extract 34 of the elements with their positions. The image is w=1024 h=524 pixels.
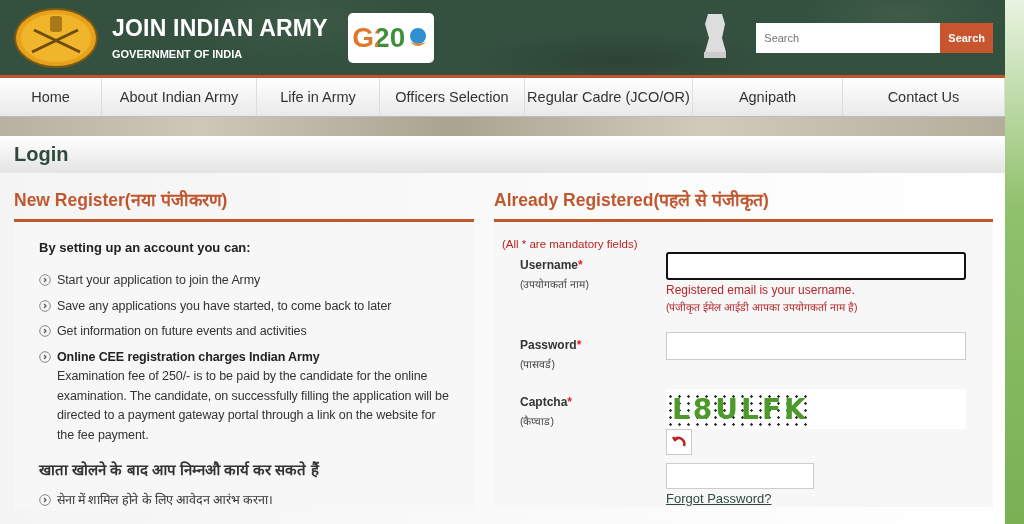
password-hindi-label: (पासवर्ड): [520, 357, 556, 371]
list-item-text: सेना में शामिल होने के लिए आवेदन आरंभ करना।: [57, 491, 273, 509]
nav-link[interactable]: Contact Us: [843, 78, 1005, 116]
list-item-text: Start your application to join the Army: [57, 272, 261, 289]
search-button[interactable]: Search: [940, 22, 993, 53]
username-hint-hindi: (पंजीकृत ईमेल आईडी आपका उपयोगकर्ता नाम है): [666, 300, 859, 314]
intro-text: By setting up an account you can:: [39, 240, 252, 255]
page-title: Login: [0, 136, 1005, 173]
refresh-button[interactable]: [666, 429, 692, 455]
search-field[interactable]: Search: [756, 22, 941, 53]
nav-link[interactable]: Regular Cadre (JCO/OR): [525, 78, 693, 116]
username-label: Username*: [520, 257, 584, 272]
nav-link[interactable]: Life in Army: [257, 78, 380, 116]
g20-logo: G20: [347, 12, 434, 63]
password-label: Password*: [520, 337, 583, 352]
nav-link[interactable]: About Indian Army: [102, 78, 257, 116]
captcha-hindi-label: (कैप्चाड): [520, 414, 555, 428]
list-item-text: Online CEE registration charges Indian Army Examination fee of 250/- is to be paid by the candidate for the online examination. The candidate, on successfully filling the application will be directed to a payment gateway portal through a link on the website for the fee payment.: [57, 348, 450, 444]
list-item-text: Get information on future events and activities: [57, 323, 307, 340]
nav-link[interactable]: Home: [0, 78, 102, 116]
username-hint: Registered email is your username.: [666, 283, 856, 297]
nav-link[interactable]: Officers Selection: [380, 78, 525, 116]
password-field[interactable]: [666, 332, 966, 360]
forgot-password-link[interactable]: Forgot Password?: [666, 491, 772, 506]
mandatory-note: (All * are mandatory fields): [502, 238, 639, 250]
site-title: JOIN INDIAN ARMY: [112, 15, 328, 42]
username-hindi-label: (उपयोगकर्ता नाम): [520, 277, 590, 291]
site-subtitle: GOVERNMENT OF INDIA: [112, 48, 244, 60]
nav-link[interactable]: Agnipath: [693, 78, 843, 116]
captcha-label: Captcha*: [520, 394, 573, 409]
captcha-field[interactable]: [666, 463, 814, 489]
list-item-text: Save any applications you have started, to come back to later: [57, 297, 392, 315]
username-field[interactable]: [666, 252, 966, 280]
hindi-intro-text: खाता खोलने के बाद आप निम्नऔ कार्य कर सकते हैं: [39, 460, 321, 479]
